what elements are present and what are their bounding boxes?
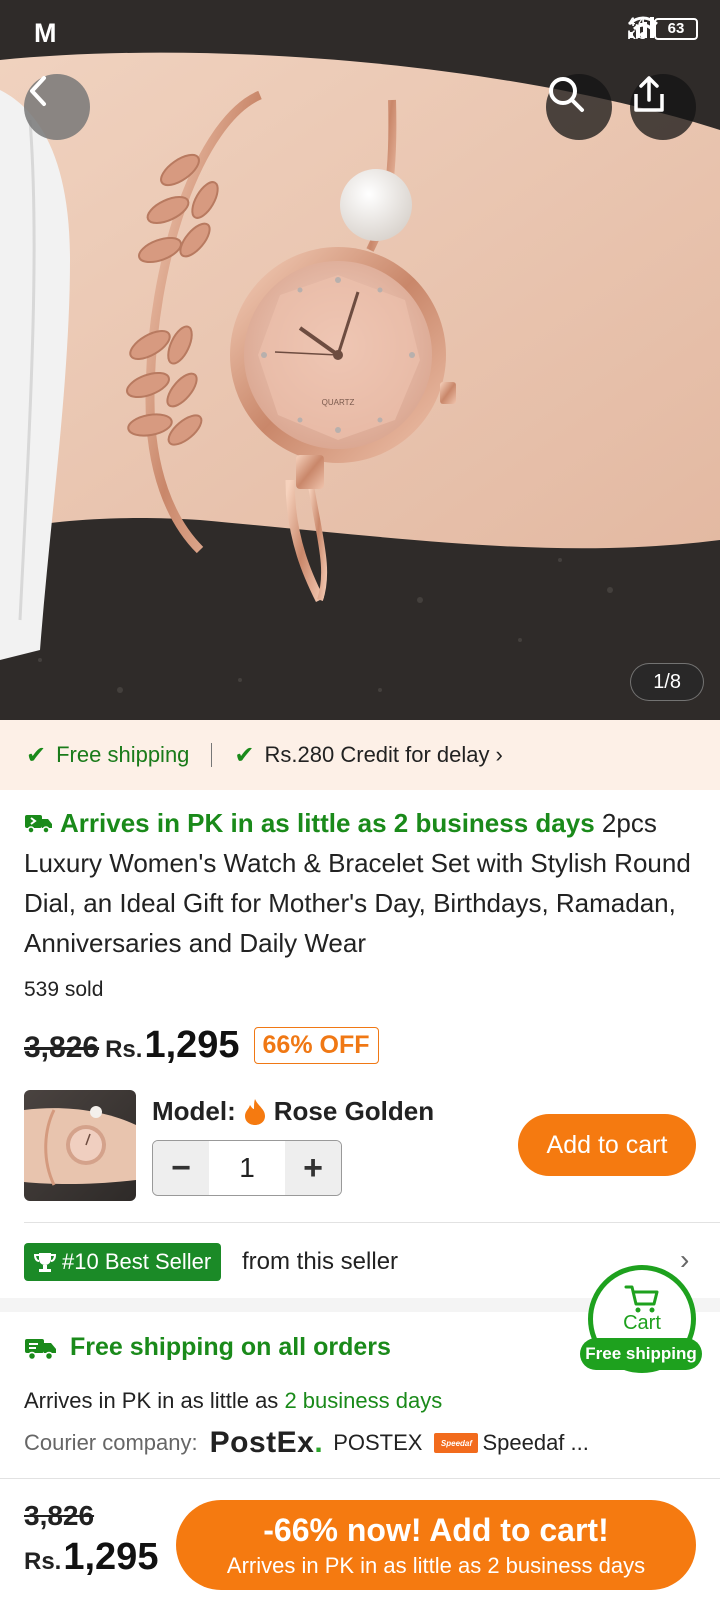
check-icon: ✔ [234, 741, 255, 769]
floating-cart-label: Cart [623, 1312, 661, 1334]
back-button[interactable] [24, 74, 90, 140]
variant-thumbnail[interactable] [24, 1090, 136, 1201]
courier-info: Courier company: PostEx. POSTEX Speedaf … [24, 1426, 589, 1460]
divider [24, 1222, 720, 1223]
free-shipping-heading-text: Free shipping on all orders [70, 1333, 391, 1361]
quantity-stepper[interactable]: − 1 + [152, 1140, 342, 1196]
best-seller-context: from this seller [242, 1248, 399, 1275]
postex-name: POSTEX [333, 1430, 423, 1455]
delivery-truck-icon [25, 1338, 56, 1360]
status-indicators: 4.4 K/s 63 [627, 16, 698, 42]
currency: Rs. [105, 1036, 143, 1063]
sale-price: 1,295 [144, 1024, 240, 1066]
add-to-cart-button[interactable]: Add to cart [518, 1114, 696, 1176]
speedaf-name: Speedaf ... [482, 1430, 589, 1455]
free-shipping-label: Free shipping [56, 742, 190, 767]
postex-logo-text: PostEx [209, 1426, 315, 1459]
share-button[interactable] [630, 74, 696, 140]
arrival-days: 2 business days [284, 1388, 443, 1413]
arrives-badge: Arrives in PK in as little as 2 business… [60, 808, 595, 838]
shipping-benefits-strip[interactable]: ✔ Free shipping ✔ Rs.280 Credit for dela… [0, 720, 720, 790]
model-value: Rose Golden [273, 1096, 435, 1126]
increase-quantity-button[interactable]: + [285, 1141, 341, 1195]
cta-main-label: -66% now! Add to cart! [263, 1511, 609, 1548]
share-icon [634, 76, 664, 112]
battery-icon: 63 [650, 18, 698, 40]
discount-badge: 66% OFF [253, 1027, 379, 1064]
delay-credit-label: Rs.280 Credit for delay [264, 742, 490, 767]
image-page-indicator: 1/8 [630, 663, 704, 701]
model-selector[interactable]: Model: Rose Golden [152, 1096, 434, 1127]
search-button[interactable] [546, 74, 612, 140]
postex-logo: PostEx. [209, 1426, 324, 1459]
svg-text:QUARTZ: QUARTZ [322, 398, 355, 407]
quantity-value[interactable]: 1 [209, 1141, 285, 1195]
variant-thumbnail-image [24, 1106, 136, 1186]
check-icon: ✔ [26, 741, 47, 769]
original-price: 3,826 [24, 1031, 100, 1064]
cart-icon [624, 1285, 659, 1313]
trophy-icon [34, 1253, 56, 1272]
chevron-right-icon[interactable]: › [680, 1244, 689, 1276]
courier-label: Courier company: [24, 1430, 198, 1455]
speedaf-logo: Speedaf [434, 1433, 479, 1453]
product-title: Arrives in PK in as little as 2 business… [24, 803, 700, 963]
product-photo: QUARTZ [0, 0, 720, 720]
arrival-estimate: Arrives in PK in as little as 2 business… [24, 1388, 442, 1414]
bottom-price-value: 1,295 [63, 1536, 159, 1578]
status-bar: M 4.4 K/s 63 [0, 0, 720, 62]
divider [211, 743, 213, 767]
status-time: M [34, 18, 58, 48]
bottom-currency: Rs. [24, 1548, 62, 1575]
best-seller-label: #10 Best Seller [62, 1249, 212, 1274]
arrival-prefix: Arrives in PK in as little as [24, 1388, 285, 1413]
best-seller-badge[interactable]: #10 Best Seller [24, 1243, 222, 1281]
search-icon [549, 77, 584, 112]
fast-delivery-icon [25, 815, 52, 834]
sold-count: 539 sold [24, 978, 104, 1001]
price-row: 3,826 Rs. 1,295 66% OFF [24, 1024, 379, 1068]
bottom-original-price: 3,826 [24, 1500, 95, 1531]
bottom-sale-price: Rs. 1,295 [24, 1536, 158, 1579]
free-shipping-heading[interactable]: Free shipping on all orders [24, 1333, 391, 1362]
model-label: Model: [152, 1096, 236, 1126]
bottom-add-to-cart-button[interactable]: -66% now! Add to cart! Arrives in PK in … [176, 1500, 696, 1590]
cta-sub-label: Arrives in PK in as little as 2 business… [226, 1552, 646, 1578]
divider [0, 1478, 720, 1479]
chevron-right-icon: › [495, 742, 503, 767]
decrease-quantity-button[interactable]: − [153, 1141, 209, 1195]
bottom-purchase-bar: 3,826 Rs. 1,295 -66% now! Add to cart! A… [0, 1480, 720, 1612]
chevron-left-icon [30, 76, 46, 106]
flame-icon [244, 1098, 265, 1125]
floating-cart-free-shipping-tag: Free shipping [580, 1338, 702, 1370]
product-image-gallery[interactable]: QUARTZ M 4.4 K/s 63 [0, 0, 720, 720]
